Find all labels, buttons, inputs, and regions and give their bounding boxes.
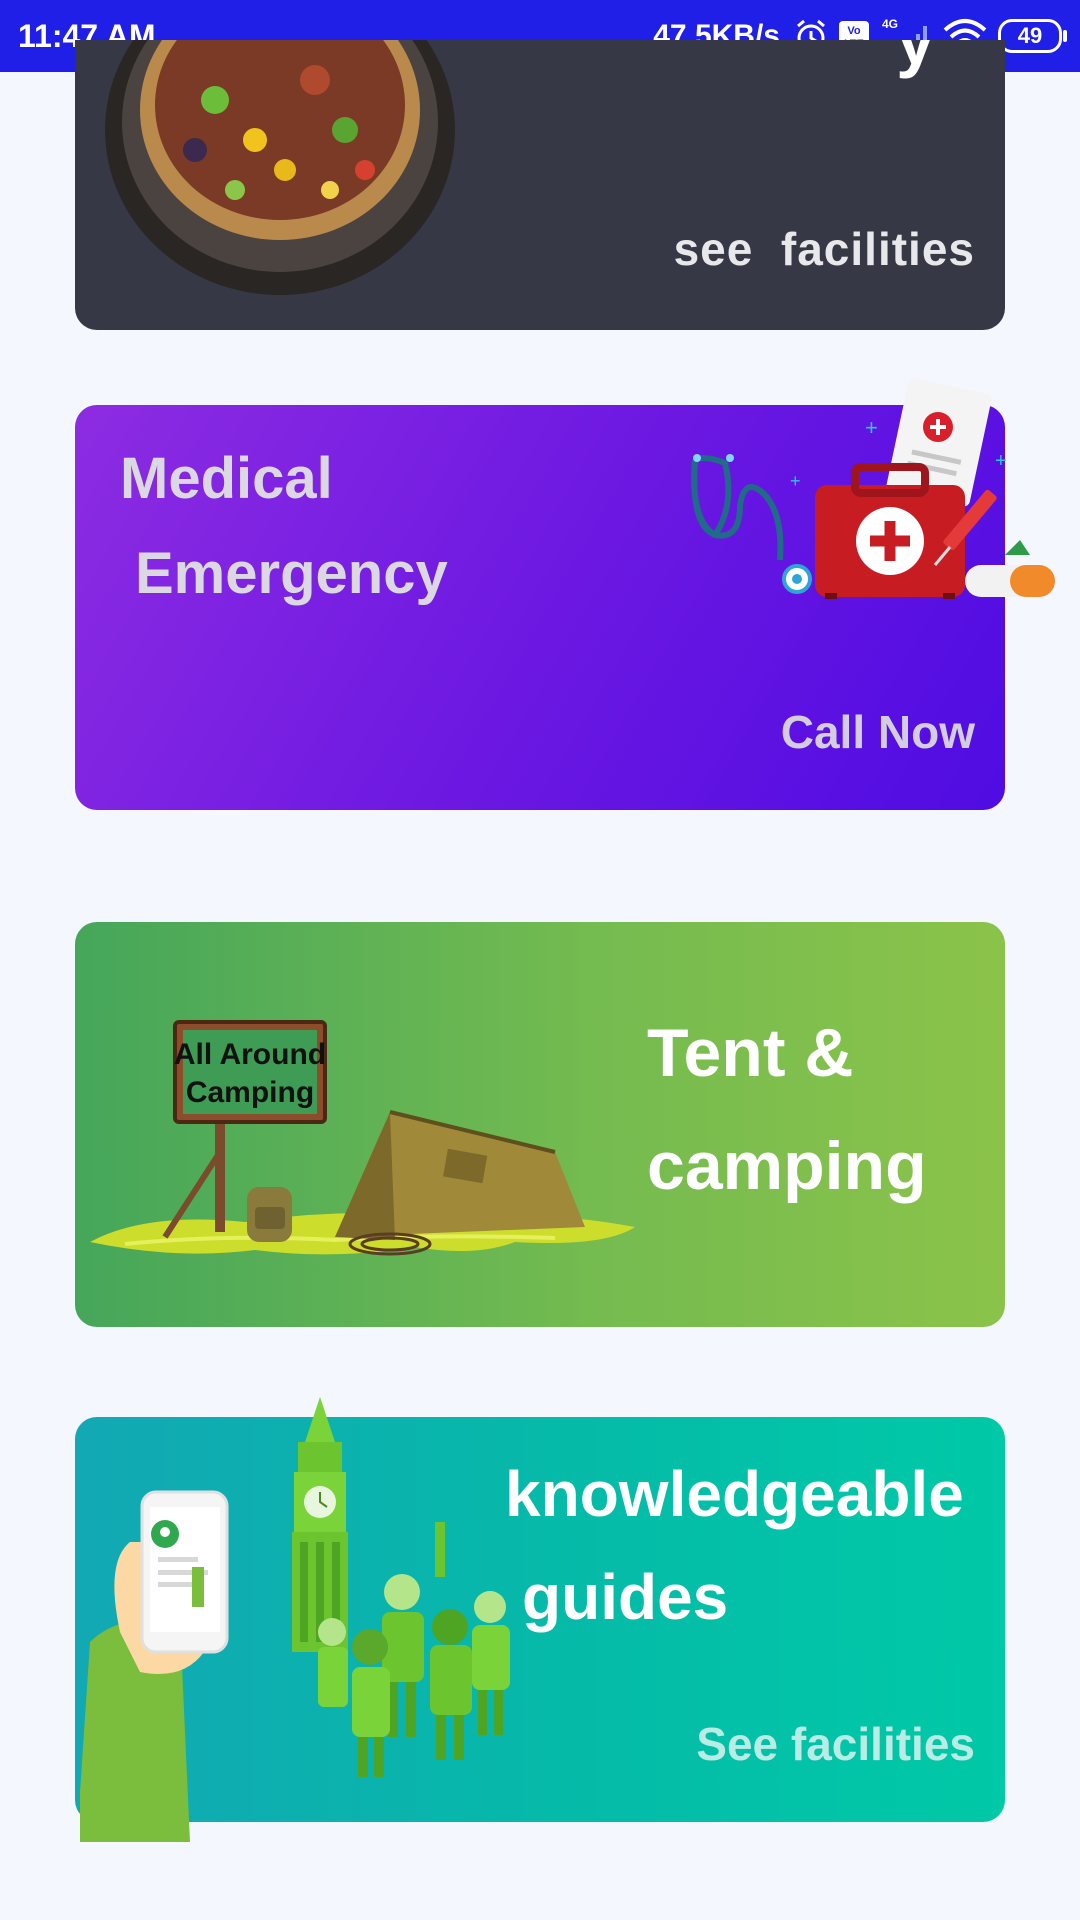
see-facilities-link[interactable]: see facilities [674,222,975,276]
see-facilities-button[interactable]: See facilities [696,1717,975,1771]
sign-line2: Camping [186,1076,314,1109]
svg-text:+: + [865,415,878,440]
guides-title-line2: guides [522,1561,729,1633]
battery-icon: 49 [998,19,1067,53]
medical-title-line2: Emergency [135,541,448,606]
tent-camping-card[interactable]: All Around Camping Tent & camping [75,922,1005,1327]
camping-illustration: All Around Camping [90,1020,635,1256]
medical-kit-illustration: + + + [691,378,1055,599]
svg-text:+: + [790,471,801,491]
svg-text:4G: 4G [882,17,898,31]
guides-title-line1: knowledgeable [505,1458,964,1530]
tent-title-line1: Tent & [647,1015,854,1091]
call-now-button[interactable]: Call Now [781,705,975,759]
svg-text:Vo: Vo [847,25,861,37]
guides-illustration [80,1397,510,1842]
food-card-title-partial: y [896,40,935,79]
food-facilities-card[interactable]: y see facilities [75,40,1005,330]
tent-title-line2: camping [647,1128,927,1204]
sign-line1: All Around [174,1038,326,1071]
food-plate-illustration [105,40,455,295]
svg-text:+: + [995,450,1007,472]
medical-title-line1: Medical [120,446,333,511]
